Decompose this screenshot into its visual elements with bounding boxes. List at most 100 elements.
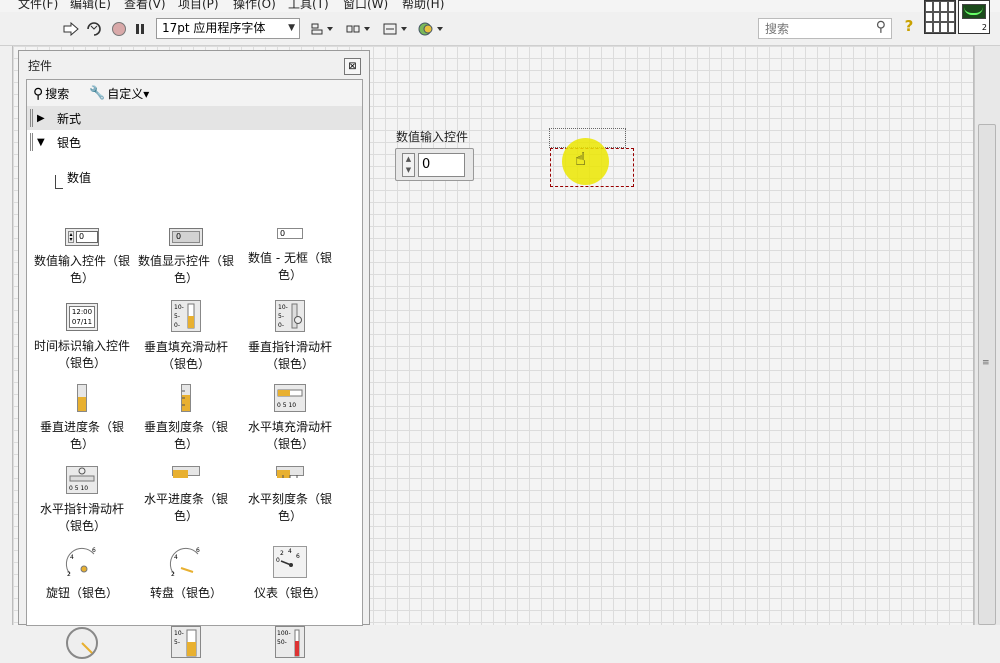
svg-text:4: 4 [288, 548, 292, 555]
palette-item-knob[interactable]: 2 4 6 旋钮（银色） [32, 546, 132, 602]
svg-text:0 5 10: 0 5 10 [277, 402, 296, 409]
expand-arrow-icon: ▶ [37, 112, 45, 124]
palette-content: ⚲ 搜索 🔧 自定义▾ ▶ 新式 ▼ 银色 数值 ▴ ▾ 0 数值输入控件（银色… [26, 79, 363, 659]
svg-text:2: 2 [171, 571, 175, 578]
svg-text:2: 2 [67, 571, 71, 578]
connector-pane-icon[interactable] [924, 0, 956, 34]
numeric-control[interactable]: ▲ ▼ 0 [395, 148, 474, 181]
numeric-flat-icon: 0 [277, 228, 303, 239]
dial-icon: 2 4 6 [169, 546, 203, 578]
vi-icon[interactable]: 2 [958, 0, 990, 34]
menu-file[interactable]: 文件(F) [18, 0, 58, 12]
font-select[interactable]: 17pt 应用程序字体 ▼ [156, 18, 300, 39]
palette-item-tank[interactable]: 10- 5- [136, 626, 236, 658]
numeric-value-field[interactable]: 0 [418, 153, 465, 177]
palette-item-label: 垂直指针滑动杆（银色） [247, 340, 332, 371]
reorder-icon[interactable] [416, 19, 446, 39]
palette-item-meter[interactable] [32, 626, 132, 660]
numeric-indicator-icon: 0 [169, 228, 203, 246]
menu-view[interactable]: 查看(V) [124, 0, 166, 12]
palette-item-dial[interactable]: 2 4 6 转盘（银色） [136, 546, 236, 602]
palette-item-label: 水平指针滑动杆（银色） [39, 502, 124, 533]
menu-edit[interactable]: 编辑(E) [70, 0, 111, 12]
palette-toolbar: ⚲ 搜索 🔧 自定义▾ [27, 80, 362, 106]
category-label: 银色 [57, 135, 82, 150]
close-icon[interactable]: ⊠ [344, 58, 361, 75]
palette-item-vertical-progress-bar[interactable]: 垂直进度条（银色） [32, 384, 132, 453]
palette-item-horizontal-graduated-bar[interactable]: 水平刻度条（银色） [240, 466, 340, 525]
numeric-control-label[interactable]: 数值输入控件 [396, 128, 468, 145]
svg-text:6: 6 [196, 547, 200, 554]
svg-text:0 5 10: 0 5 10 [69, 485, 88, 492]
palette-item-label: 水平进度条（银色） [143, 492, 228, 523]
wrench-icon: 🔧 [89, 86, 106, 101]
controls-palette: 控件 ⊠ ⚲ 搜索 🔧 自定义▾ ▶ 新式 ▼ 银色 数值 ▴ ▾ 0 数值输入… [18, 50, 370, 659]
vertical-pointer-slide-icon: 10- 5- 0- [275, 300, 305, 332]
menu-project[interactable]: 项目(P) [178, 0, 219, 12]
font-select-value: 17pt 应用程序字体 [162, 21, 266, 35]
subcategory-numeric[interactable]: 数值 [55, 171, 91, 200]
svg-text:10-: 10- [174, 304, 184, 311]
palette-item-timestamp[interactable]: 12:00 07/11 时间标识输入控件（银色） [32, 303, 132, 372]
svg-text:50-: 50- [277, 639, 287, 646]
palette-item-vertical-graduated-bar[interactable]: 垂直刻度条（银色） [136, 384, 236, 453]
svg-text:5-: 5- [174, 639, 180, 646]
svg-text:10-: 10- [174, 630, 184, 637]
palette-title: 控件 [28, 59, 53, 73]
decrement-arrow-icon[interactable]: ▼ [403, 165, 414, 176]
svg-text:5-: 5- [278, 313, 284, 320]
category-silver[interactable]: ▼ 银色 [27, 130, 362, 154]
increment-decrement-buttons[interactable]: ▲ ▼ [402, 153, 415, 177]
palette-item-thermometer[interactable]: 100- 50- [240, 626, 340, 658]
palette-item-horizontal-progress-bar[interactable]: 水平进度条（银色） [136, 466, 236, 525]
menu-tools[interactable]: 工具(T) [288, 0, 329, 12]
palette-item-label: 时间标识输入控件（银色） [33, 339, 130, 370]
vertical-graduated-bar-icon [181, 384, 191, 412]
resize-objects-icon[interactable] [381, 19, 409, 39]
search-icon[interactable]: ⚲ [876, 19, 886, 35]
help-icon[interactable]: ? [900, 17, 918, 37]
category-modern[interactable]: ▶ 新式 [27, 106, 362, 130]
palette-customize-label: 自定义▾ [107, 87, 150, 101]
vertical-fill-slide-icon: 10- 5- 0- [171, 300, 201, 332]
palette-search-button[interactable]: ⚲ 搜索 [33, 85, 69, 102]
svg-text:4: 4 [174, 554, 178, 561]
hand-cursor-icon: ☝ [575, 149, 586, 170]
palette-item-numeric-control[interactable]: ▴ ▾ 0 数值输入控件（银色） [32, 228, 132, 287]
vertical-scrollbar[interactable]: ≡ [974, 46, 1000, 625]
svg-text:6: 6 [92, 547, 96, 554]
search-input[interactable] [759, 19, 859, 38]
category-label: 新式 [57, 111, 82, 126]
menu-bar: 文件(F) 编辑(E) 查看(V) 项目(P) 操作(O) 工具(T) 窗口(W… [0, 0, 1000, 12]
palette-item-numeric-indicator[interactable]: 0 数值显示控件（银色） [136, 228, 236, 287]
pause-icon[interactable] [132, 19, 148, 39]
menu-help[interactable]: 帮助(H) [402, 0, 444, 12]
palette-search-label: 搜索 [45, 87, 70, 101]
palette-item-label: 水平填充滑动杆（银色） [247, 420, 332, 451]
horizontal-progress-bar-icon [172, 466, 200, 478]
palette-item-vertical-pointer-slide[interactable]: 10- 5- 0- 垂直指针滑动杆（银色） [240, 300, 340, 373]
palette-item-label: 数值输入控件（银色） [33, 254, 130, 285]
palette-item-horizontal-fill-slide[interactable]: 0 5 10 水平填充滑动杆（银色） [240, 384, 340, 453]
palette-customize-button[interactable]: 🔧 自定义▾ [89, 85, 149, 102]
palette-item-gauge[interactable]: 246 0 仪表（银色） [240, 546, 340, 602]
run-arrow-icon[interactable] [62, 19, 80, 39]
vi-icon-number: 2 [981, 23, 987, 32]
run-continuously-icon[interactable] [84, 19, 104, 39]
palette-item-vertical-fill-slide[interactable]: 10- 5- 0- 垂直填充滑动杆（银色） [136, 300, 236, 373]
distribute-objects-icon[interactable] [344, 19, 372, 39]
scrollbar-thumb[interactable] [978, 124, 996, 625]
palette-item-label: 仪表（银色） [253, 586, 326, 600]
palette-item-horizontal-pointer-slide[interactable]: 0 5 10 水平指针滑动杆（银色） [32, 466, 132, 535]
abort-icon[interactable] [110, 19, 128, 39]
align-objects-icon[interactable] [309, 19, 335, 39]
search-box[interactable]: ⚲ [758, 18, 892, 39]
tank-icon: 10- 5- [171, 626, 201, 658]
menu-window[interactable]: 窗口(W) [343, 0, 388, 12]
increment-arrow-icon[interactable]: ▲ [403, 154, 414, 165]
vertical-progress-bar-icon [77, 384, 87, 412]
palette-item-numeric-flat[interactable]: 0 数值 - 无框（银色） [240, 228, 340, 284]
svg-text:4: 4 [70, 554, 74, 561]
menu-operate[interactable]: 操作(O) [233, 0, 276, 12]
collapse-arrow-icon: ▼ [37, 136, 45, 148]
